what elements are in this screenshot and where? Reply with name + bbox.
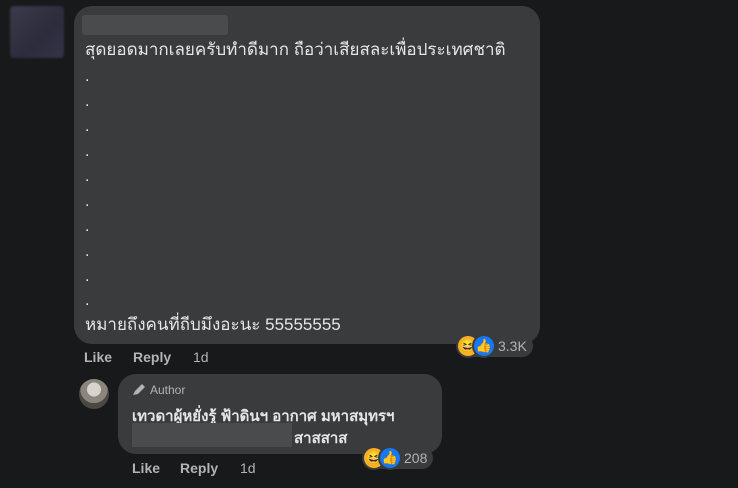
comment-reactions[interactable]: 😆 👍 3.3K [458, 335, 533, 357]
commenter-name-blurred[interactable] [82, 15, 228, 35]
author-avatar[interactable] [79, 379, 109, 409]
reply-button[interactable]: Reply [133, 349, 171, 365]
reaction-count: 3.3K [498, 338, 527, 354]
like-thumb-icon: 👍 [474, 336, 494, 356]
comment-dot: . [85, 143, 90, 160]
reply-button[interactable]: Reply [180, 460, 218, 476]
comment-dot: . [85, 193, 90, 210]
author-badge-label: Author [150, 383, 186, 397]
reaction-count: 208 [404, 450, 428, 466]
like-button[interactable]: Like [132, 460, 160, 476]
like-thumb-icon: 👍 [380, 448, 400, 468]
pencil-icon [133, 384, 145, 395]
author-badge: Author [132, 383, 185, 397]
comment-dot: . [85, 243, 90, 260]
reply-reactions[interactable]: 😆 👍 208 [364, 447, 434, 469]
reply-name-blurred [132, 423, 292, 447]
comment-text-line-1: สุดยอดมากเลยครับทำดีมาก ถือว่าเสียสละเพื… [85, 40, 506, 59]
commenter-avatar-blurred[interactable] [10, 6, 64, 58]
comment-dot: . [85, 93, 90, 110]
comment-dot: . [85, 292, 90, 309]
reply-timestamp[interactable]: 1d [240, 460, 256, 476]
like-button[interactable]: Like [84, 349, 112, 365]
reply-text-line-2: สาสสาส [294, 430, 348, 447]
comment-dot: . [85, 68, 90, 85]
comment-dot: . [85, 218, 90, 235]
comment-dot: . [85, 268, 90, 285]
comment-dot: . [85, 168, 90, 185]
comment-text-last-line: หมายถึงคนที่ถีบมึงอะนะ 55555555 [85, 315, 341, 334]
comment-dot: . [85, 118, 90, 135]
comment-timestamp[interactable]: 1d [193, 349, 209, 365]
